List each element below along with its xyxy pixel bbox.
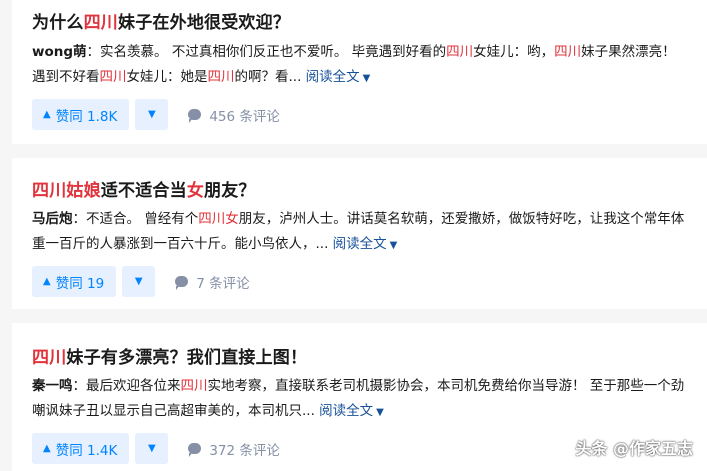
title-text: 妹子有多漂亮？我们直接上图！	[66, 348, 308, 368]
title-highlight: 女	[186, 181, 205, 201]
triangle-up-icon: ▲	[43, 276, 51, 287]
title-highlight: 四川	[32, 348, 67, 368]
excerpt-text: 女娃儿：哟，	[473, 44, 555, 60]
comment-count: 456 条评论	[209, 108, 280, 125]
upvote-label: 赞同 1.8K	[55, 108, 118, 125]
upvote-button[interactable]: ▲ 赞同 1.4K	[32, 433, 130, 464]
upvote-button[interactable]: ▲ 赞同 19	[32, 266, 117, 297]
read-more-label: 阅读全文	[319, 403, 374, 419]
comments-button[interactable]: 7 条评论	[175, 272, 250, 292]
upvote-label: 赞同 1.4K	[55, 442, 118, 459]
comment-bubble-icon	[188, 109, 202, 123]
excerpt-text: 女娃儿：她是	[126, 69, 208, 85]
comment-count: 372 条评论	[209, 442, 280, 459]
answer-excerpt[interactable]: wong萌：实名羡慕。 不过真相你们反正也不爱听。 毕竟遇到好看的四川女娃儿：哟…	[32, 40, 692, 91]
triangle-down-icon: ▼	[134, 276, 143, 287]
title-text: 朋友？	[204, 181, 256, 201]
upvote-label: 赞同 19	[55, 275, 105, 292]
comments-button[interactable]: 372 条评论	[188, 439, 280, 459]
triangle-down-icon: ▼	[147, 443, 156, 454]
excerpt-text: ：不适合。 曾经有个	[72, 211, 199, 227]
title-text: 妹子在外地很受欢迎？	[118, 13, 291, 33]
excerpt-highlight: 四川	[180, 378, 208, 394]
excerpt-text: 的啊？看...	[234, 69, 302, 85]
read-more-link[interactable]: 阅读全文 ▼	[306, 69, 371, 85]
question-title[interactable]: 四川妹子有多漂亮？我们直接上图！	[32, 347, 307, 369]
read-more-label: 阅读全文	[305, 69, 360, 85]
triangle-up-icon: ▲	[43, 109, 51, 120]
question-title[interactable]: 为什么四川妹子在外地很受欢迎？	[32, 12, 290, 34]
answer-actions: ▲ 赞同 19 ▼ 7 条评论	[32, 266, 250, 297]
author-name[interactable]: 马后炮	[32, 211, 73, 227]
excerpt-highlight: 四川	[554, 44, 582, 60]
answer-actions: ▲ 赞同 1.4K ▼ 372 条评论	[32, 433, 280, 464]
excerpt-highlight: 四川	[207, 69, 235, 85]
read-more-link[interactable]: 阅读全文 ▼	[319, 403, 384, 419]
chevron-down-icon: ▼	[389, 240, 398, 251]
answer-card: 为什么四川妹子在外地很受欢迎？ wong萌：实名羡慕。 不过真相你们反正也不爱听…	[12, 0, 707, 144]
excerpt-highlight: 四川女	[198, 211, 239, 227]
comment-count: 7 条评论	[196, 275, 250, 292]
comment-bubble-icon	[188, 443, 202, 457]
title-highlight: 四川姑娘	[32, 181, 101, 201]
author-name[interactable]: wong萌	[32, 44, 87, 60]
chevron-down-icon: ▼	[376, 407, 384, 418]
watermark: 头条 @作家五志	[575, 439, 693, 458]
downvote-button[interactable]: ▼	[122, 266, 156, 297]
triangle-up-icon: ▲	[43, 443, 51, 454]
title-text: 为什么	[32, 13, 84, 33]
author-name[interactable]: 秦一鸣	[32, 378, 73, 394]
answer-card: 四川姑娘适不适合当女朋友？ 马后炮：不适合。 曾经有个四川女朋友，泸州人士。讲话…	[12, 158, 707, 309]
answer-excerpt[interactable]: 秦一鸣：最后欢迎各位来四川实地考察，直接联系老司机摄影协会，本司机免费给你当导游…	[32, 374, 692, 425]
downvote-button[interactable]: ▼	[135, 99, 169, 130]
question-title[interactable]: 四川姑娘适不适合当女朋友？	[32, 180, 256, 202]
read-more-label: 阅读全文	[332, 236, 387, 252]
excerpt-text: ：最后欢迎各位来	[72, 378, 181, 394]
comments-button[interactable]: 456 条评论	[188, 105, 280, 125]
answer-excerpt[interactable]: 马后炮：不适合。 曾经有个四川女朋友，泸州人士。讲话莫名软萌，还爱撒娇，做饭特好…	[32, 207, 692, 258]
excerpt-highlight: 四川	[99, 69, 127, 85]
chevron-down-icon: ▼	[362, 73, 371, 84]
answer-actions: ▲ 赞同 1.8K ▼ 456 条评论	[32, 99, 280, 130]
excerpt-text: ：实名羡慕。 不过真相你们反正也不爱听。 毕竟遇到好看的	[86, 44, 447, 60]
comment-bubble-icon	[175, 276, 189, 290]
read-more-link[interactable]: 阅读全文 ▼	[333, 236, 398, 252]
title-highlight: 四川	[83, 13, 119, 33]
title-text: 适不适合当	[100, 181, 187, 201]
triangle-down-icon: ▼	[147, 109, 156, 120]
upvote-button[interactable]: ▲ 赞同 1.8K	[32, 99, 130, 130]
excerpt-highlight: 四川	[446, 44, 474, 60]
downvote-button[interactable]: ▼	[135, 433, 169, 464]
